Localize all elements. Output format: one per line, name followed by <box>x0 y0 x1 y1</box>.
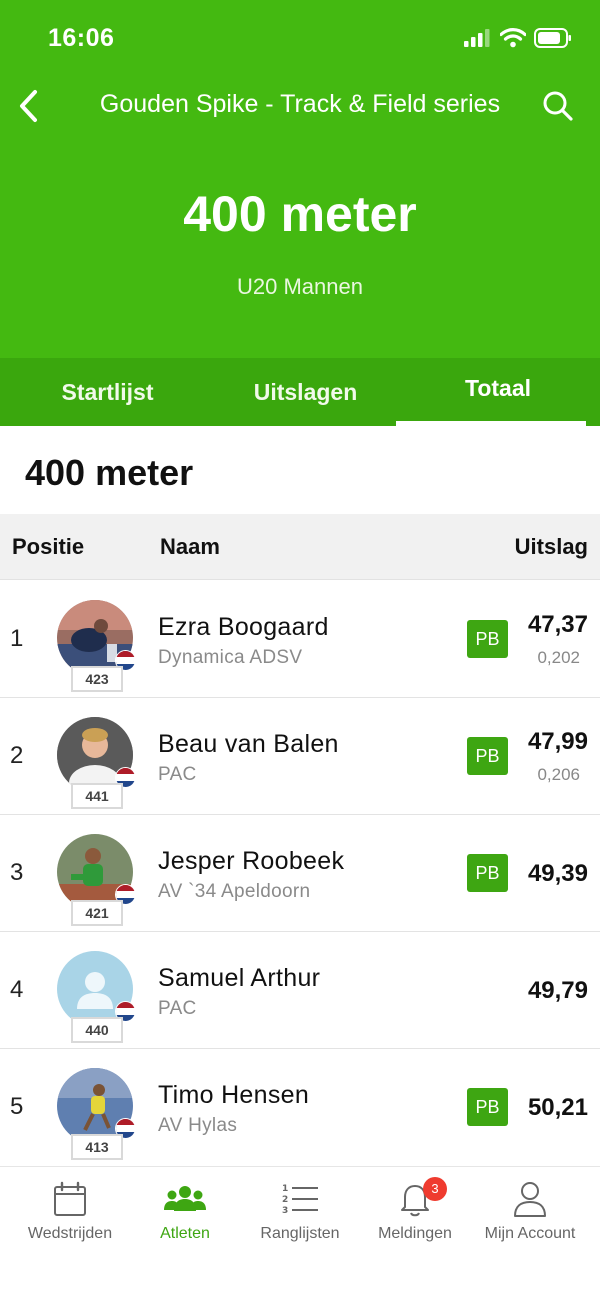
bib-number: 423 <box>71 666 123 692</box>
nav-ranglijsten[interactable]: 1 2 3 Ranglijsten <box>240 1167 360 1257</box>
nav-label: Atleten <box>160 1225 210 1242</box>
bottom-navigation: Wedstrijden Atleten 1 2 3 Ranglijsten 3 … <box>0 1166 600 1300</box>
app-header: 16:06 Gouden Spike - Track & Field serie… <box>0 0 600 358</box>
event-title: 400 meter <box>183 186 417 242</box>
nav-label: Meldingen <box>378 1225 452 1242</box>
athlete-name: Jesper Roobeek <box>158 847 345 875</box>
result-time: 50,21 <box>527 1094 588 1121</box>
athlete-club: AV Hylas <box>158 1115 238 1136</box>
rank: 2 <box>10 742 24 769</box>
athlete-avatar-group: 440 <box>57 951 137 1043</box>
section-title: 400 meter <box>25 452 194 493</box>
search-button[interactable] <box>538 86 578 126</box>
result-time: 47,99 <box>527 728 588 755</box>
athlete-name: Samuel Arthur <box>158 964 321 992</box>
column-header-name: Naam <box>160 534 220 559</box>
tab-bar: Startlijst Uitslagen Totaal <box>0 358 600 426</box>
search-icon <box>543 91 573 121</box>
column-header-position: Positie <box>12 534 85 559</box>
athlete-avatar-group: 413 <box>57 1068 137 1160</box>
ranked-list-icon: 1 2 3 <box>282 1184 318 1216</box>
svg-text:3: 3 <box>282 1206 288 1216</box>
wifi-icon <box>500 28 526 48</box>
back-button[interactable] <box>8 82 48 130</box>
athlete-name: Timo Hensen <box>158 1081 310 1109</box>
table-row[interactable]: 1 423 Ezra Boogaard Dynamica ADSV PB 47,… <box>0 581 600 698</box>
result-time: 49,79 <box>527 977 588 1004</box>
bib-number: 413 <box>71 1134 123 1160</box>
notification-count-badge: 3 <box>423 1177 447 1201</box>
rank: 4 <box>10 976 24 1003</box>
athlete-avatar-group: 441 <box>57 717 137 809</box>
battery-icon <box>534 28 571 48</box>
page-title: Gouden Spike - Track & Field series <box>99 90 501 118</box>
athlete-club: Dynamica ADSV <box>158 647 303 668</box>
chevron-left-icon <box>20 90 37 122</box>
event-category: U20 Mannen <box>237 274 363 299</box>
bib-number: 421 <box>71 900 123 926</box>
athlete-club: AV `34 Apeldoorn <box>158 881 311 902</box>
tab-label: Totaal <box>464 374 532 401</box>
pb-badge: PB <box>467 620 508 658</box>
bib-number: 440 <box>71 1017 123 1043</box>
bib-number: 441 <box>71 783 123 809</box>
athlete-avatar-group: 423 <box>57 600 137 692</box>
pb-badge: PB <box>467 1088 508 1126</box>
user-icon <box>514 1182 546 1217</box>
result-time: 49,39 <box>527 860 588 887</box>
active-tab-indicator <box>396 421 586 426</box>
people-icon <box>164 1186 206 1211</box>
nav-label: Wedstrijden <box>27 1225 113 1242</box>
tab-startlijst[interactable]: Startlijst <box>0 358 215 426</box>
pb-badge: PB <box>467 737 508 775</box>
table-row[interactable]: 4 440 Samuel Arthur PAC 49,79 <box>0 932 600 1049</box>
navigation-bar: Gouden Spike - Track & Field series <box>0 78 600 134</box>
rank: 5 <box>10 1093 24 1120</box>
pb-badge: PB <box>467 854 508 892</box>
nav-mijn-account[interactable]: Mijn Account <box>470 1167 590 1257</box>
athlete-club: PAC <box>158 998 197 1019</box>
tab-totaal[interactable]: Totaal <box>396 358 600 426</box>
athlete-name: Ezra Boogaard <box>158 613 329 641</box>
rank: 1 <box>10 625 24 652</box>
athlete-name: Beau van Balen <box>158 730 339 758</box>
column-header-result: Uitslag <box>514 534 588 559</box>
rank: 3 <box>10 859 24 886</box>
status-icons <box>464 26 572 50</box>
table-row[interactable]: 5 413 Timo Hensen AV Hylas PB 50,21 <box>0 1049 600 1166</box>
nav-label: Mijn Account <box>484 1225 576 1242</box>
status-time: 16:06 <box>48 24 115 52</box>
tab-uitslagen[interactable]: Uitslagen <box>215 358 396 426</box>
athlete-club: PAC <box>158 764 197 785</box>
table-row[interactable]: 3 421 Jesper Roobeek AV `34 Apeldoorn PB… <box>0 815 600 932</box>
nav-atleten[interactable]: Atleten <box>125 1167 245 1257</box>
nav-meldingen[interactable]: 3 Meldingen <box>355 1167 475 1257</box>
svg-text:1: 1 <box>282 1184 288 1194</box>
tab-label: Startlijst <box>61 378 154 405</box>
reaction-time: 0,206 <box>537 765 580 784</box>
svg-text:2: 2 <box>282 1195 288 1205</box>
table-row[interactable]: 2 441 Beau van Balen PAC PB 47,99 0,206 <box>0 698 600 815</box>
reaction-time: 0,202 <box>537 648 580 667</box>
table-header: Positie Naam Uitslag <box>0 514 600 580</box>
calendar-icon <box>54 1181 86 1216</box>
athlete-avatar-group: 421 <box>57 834 137 926</box>
status-bar: 16:06 <box>0 0 600 70</box>
tab-label: Uitslagen <box>253 378 358 405</box>
result-time: 47,37 <box>527 611 588 638</box>
nav-label: Ranglijsten <box>260 1225 340 1242</box>
nav-wedstrijden[interactable]: Wedstrijden <box>10 1167 130 1257</box>
signal-icon <box>464 29 490 47</box>
